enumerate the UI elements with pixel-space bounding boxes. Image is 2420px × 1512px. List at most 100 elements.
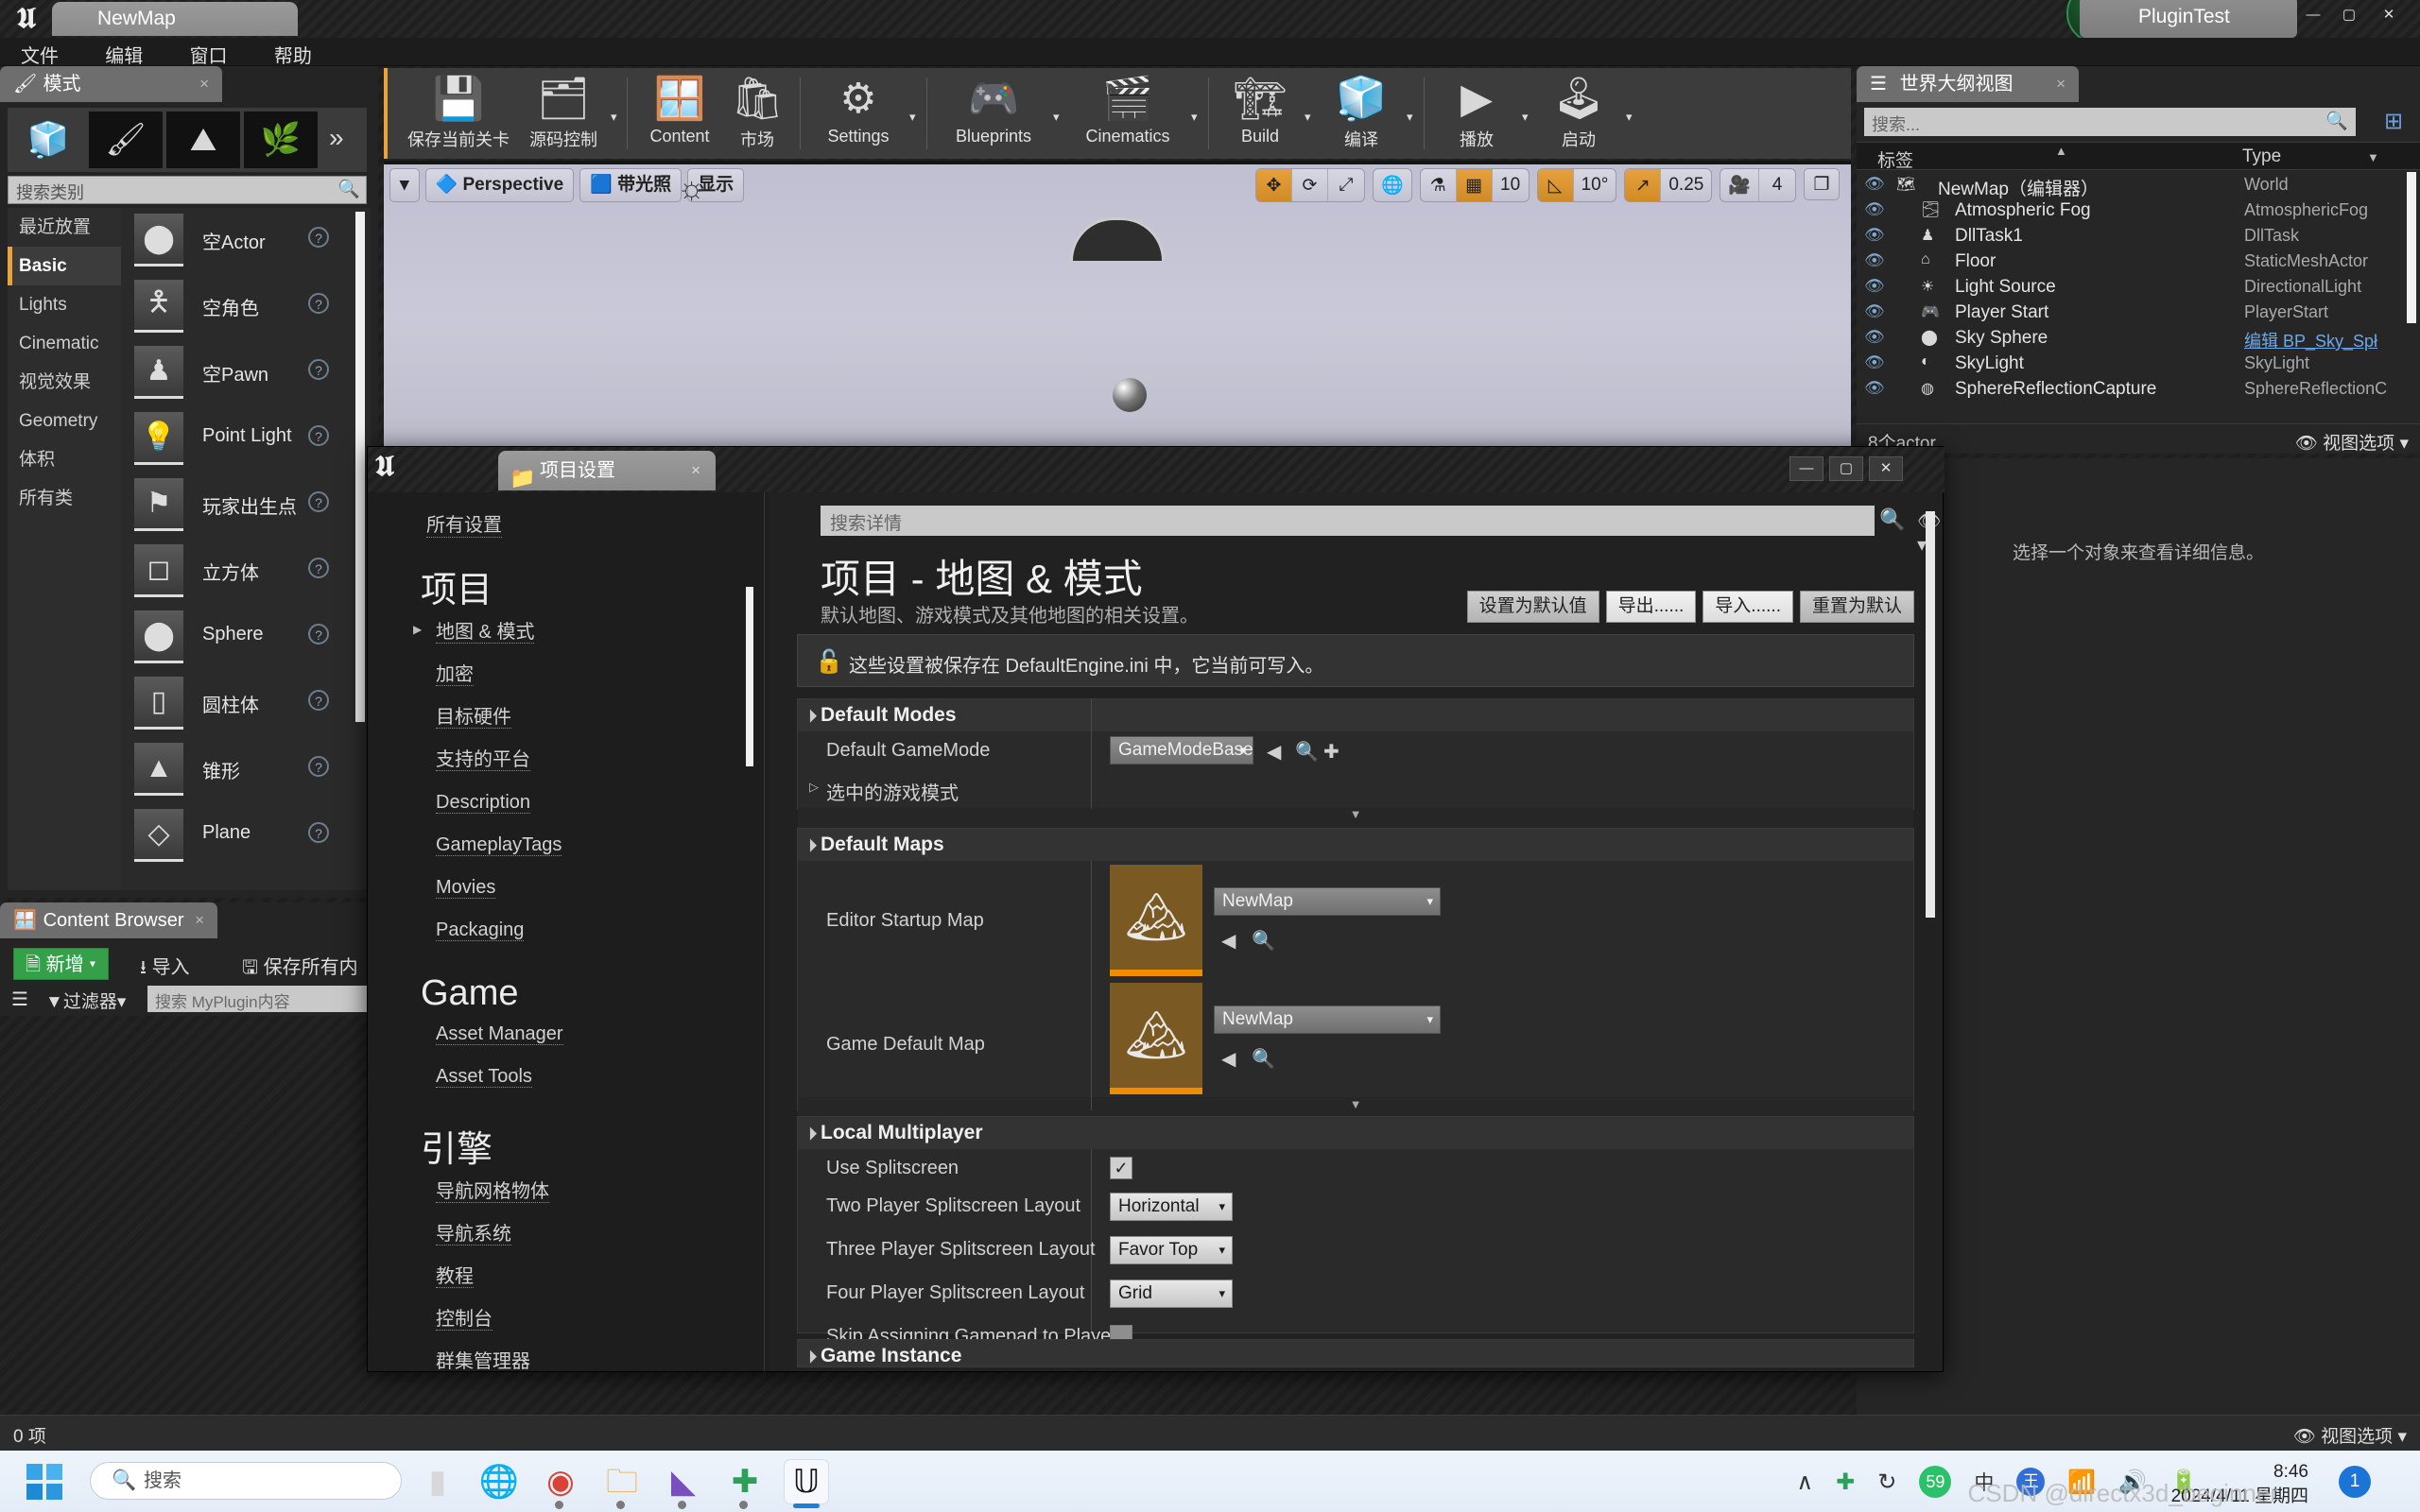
modes-category-all-classes[interactable]: 所有类 (8, 479, 121, 518)
toolbar-launch[interactable]: 🕹 启动 (1539, 72, 1618, 155)
toolbar-source-control[interactable]: 🗂 源码控制 (520, 72, 607, 155)
toolbar-play[interactable]: ▶ 播放 (1437, 72, 1516, 155)
modes-search-input[interactable]: 搜索类别 🔍 (8, 176, 367, 204)
modes-placement-list[interactable]: ⬤ 空Actor ? 🯅 空角色 ? ♟ 空Pawn ? 💡 Point Lig… (121, 208, 371, 890)
eye-icon[interactable]: 👁 (1864, 379, 1885, 398)
modes-category-visual-effects[interactable]: 视觉效果 (8, 363, 121, 402)
globe-icon[interactable]: 🌐 (1374, 169, 1411, 201)
chevron-down-icon[interactable]: ▾ (1522, 110, 1529, 125)
camera-speed-value[interactable]: 4 (1759, 169, 1795, 201)
table-row[interactable]: 👁 ◍ SphereReflectionCapture SphereReflec… (1857, 376, 2420, 402)
table-row[interactable]: 👁 ◐ SkyLight SkyLight (1857, 351, 2420, 376)
scale-snap-value[interactable]: 0.25 (1661, 169, 1711, 201)
expand-section-icon[interactable]: ▼ (798, 1097, 1913, 1118)
tray-expand-icon[interactable]: ∧ (1797, 1469, 1814, 1496)
reset-arrow-icon[interactable]: ◀ (1221, 1047, 1236, 1071)
taskbar-app-chrome[interactable]: ◉ (539, 1460, 582, 1509)
notification-badge[interactable]: 1 (2339, 1466, 2371, 1498)
angle-snap-value[interactable]: 10° (1574, 169, 1616, 201)
level-viewport[interactable]: ▾ 🔷 Perspective 🟦 带光照 显示 ☼ ✥ ⟳ ⤢ 🌐 ⚗ ▦ 1… (384, 161, 1851, 447)
tray-badge-icon[interactable]: 59 (1919, 1466, 1952, 1498)
outliner-search-input[interactable]: 搜索... 🔍 (1864, 108, 2356, 136)
angle-snap-icon[interactable]: ◺ (1537, 169, 1574, 201)
add-new-button[interactable]: 🗎 新增 ▾ (13, 948, 109, 980)
ps-item-encryption[interactable]: 加密 (436, 664, 474, 686)
camera-speed-icon[interactable]: 🎥 (1720, 169, 1759, 201)
map-thumbnail[interactable]: 🏔 (1110, 865, 1202, 976)
viewport-sphere-object[interactable] (1113, 378, 1147, 412)
toolbar-marketplace[interactable]: 🛍 市场 (724, 72, 790, 155)
outliner-scrollbar[interactable] (2407, 172, 2416, 323)
three-player-layout-dropdown[interactable]: Favor Top ▾ (1110, 1236, 1233, 1264)
maximize-viewport-icon[interactable]: ❐ (1804, 168, 1840, 200)
eye-icon[interactable]: 👁 (1864, 226, 1885, 245)
modes-list-scrollbar[interactable] (355, 212, 365, 722)
eye-icon[interactable]: 👁 (1864, 251, 1885, 270)
chevron-down-icon[interactable]: ▾ (1626, 110, 1633, 125)
viewport-lit-button[interactable]: 🟦 带光照 (579, 168, 683, 202)
taskbar-search-input[interactable]: 🔍 搜索 (90, 1462, 402, 1500)
taskbar-app-plus[interactable]: ✚ (723, 1460, 767, 1509)
use-splitscreen-checkbox[interactable]: ✓ (1110, 1157, 1132, 1179)
ps-item-cluster-manager[interactable]: 群集管理器 (436, 1351, 530, 1371)
help-icon[interactable]: ? (308, 293, 329, 314)
help-icon[interactable]: ? (308, 227, 329, 248)
table-row[interactable]: 👁 ☀ Light Source DirectionalLight (1857, 274, 2420, 300)
world-outliner-tab[interactable]: ☰ 世界大纲视图 × (1857, 66, 2079, 102)
help-icon[interactable]: ? (308, 822, 329, 843)
eye-icon[interactable]: 👁 (1864, 353, 1885, 372)
level-tab[interactable]: NewMap (52, 2, 298, 36)
table-row[interactable]: 👁 ♟ DllTask1 DllTask (1857, 223, 2420, 249)
browse-icon[interactable]: 🔍 (1252, 929, 1275, 953)
modes-category-basic[interactable]: Basic (8, 247, 121, 285)
table-row[interactable]: 👁 ⬤ Sky Sphere 编辑 BP_Sky_Spł (1857, 325, 2420, 351)
ps-minimize-button[interactable]: — (1789, 456, 1824, 481)
list-item[interactable]: ▲ 锥形 ? (121, 737, 371, 803)
reset-arrow-icon[interactable]: ◀ (1221, 929, 1236, 953)
list-item[interactable]: ◇ Plane ? (121, 803, 371, 869)
reset-arrow-icon[interactable]: ◀ (1267, 740, 1281, 764)
help-icon[interactable]: ? (308, 558, 329, 578)
search-icon[interactable]: 🔍 (1879, 507, 1905, 532)
ps-item-navigation-mesh[interactable]: 导航网格物体 (436, 1181, 549, 1203)
chevron-down-icon[interactable]: ▾ (1407, 110, 1413, 125)
taskbar-app-file-explorer[interactable]: 🗀 (600, 1460, 644, 1509)
ps-item-tutorials[interactable]: 教程 (436, 1266, 474, 1288)
help-icon[interactable]: ? (308, 359, 329, 380)
browse-icon[interactable]: 🔍 (1252, 1047, 1275, 1071)
modes-category-volumes[interactable]: 体积 (8, 440, 121, 479)
expand-section-icon[interactable]: ▼ (798, 807, 1913, 828)
scale-snap-icon[interactable]: ↗ (1625, 169, 1662, 201)
ps-item-gameplaytags[interactable]: GameplayTags (436, 834, 562, 856)
eye-icon[interactable]: 👁 (1864, 328, 1885, 347)
add-icon[interactable]: ✚ (1323, 740, 1340, 764)
set-as-default-button[interactable]: 设置为默认值 (1466, 591, 1599, 623)
eye-icon[interactable]: 👁 (1864, 302, 1885, 321)
scale-tool-icon[interactable]: ⤢ (1328, 169, 1364, 201)
view-options-button[interactable]: 👁 视图选项 ▾ (2293, 1422, 2407, 1448)
eye-icon[interactable]: 👁 (1864, 277, 1885, 296)
ps-item-supported-platforms[interactable]: 支持的平台 (436, 749, 530, 771)
chevron-down-icon[interactable]: ▾ (611, 110, 617, 125)
rotate-tool-icon[interactable]: ⟳ (1292, 169, 1328, 201)
toolbar-blueprints[interactable]: 🎮 Blueprints (940, 72, 1047, 155)
toolbar-save-current-level[interactable]: 💾 保存当前关卡 (406, 72, 510, 155)
chevron-down-icon[interactable]: ▼ (2367, 150, 2379, 164)
reset-to-default-button[interactable]: 重置为默认 (1799, 591, 1914, 623)
section-title[interactable]: Default Modes (798, 699, 1913, 731)
toolbar-content[interactable]: 🪟 Content (639, 72, 720, 155)
ps-item-description[interactable]: Description (436, 792, 531, 814)
table-row[interactable]: 👁 🌫 Atmospheric Fog AtmosphericFog (1857, 198, 2420, 223)
map-thumbnail[interactable]: 🏔 (1110, 983, 1202, 1094)
ps-item-target-hardware[interactable]: 目标硬件 (436, 707, 511, 729)
grid-snap-value[interactable]: 10 (1493, 169, 1529, 201)
chevron-down-icon[interactable]: ▾ (1053, 110, 1060, 125)
modes-category-recent[interactable]: 最近放置 (8, 208, 121, 247)
list-item[interactable]: ⚑ 玩家出生点 ? (121, 472, 371, 539)
list-item[interactable]: ♟ 空Pawn ? (121, 340, 371, 406)
help-icon[interactable]: ? (308, 491, 329, 512)
content-browser-tab[interactable]: 🪟 Content Browser × (0, 902, 217, 938)
toolbar-build[interactable]: 🏗 Build (1221, 72, 1299, 155)
chevron-down-icon[interactable]: ▾ (909, 110, 916, 125)
help-icon[interactable]: ? (308, 624, 329, 644)
